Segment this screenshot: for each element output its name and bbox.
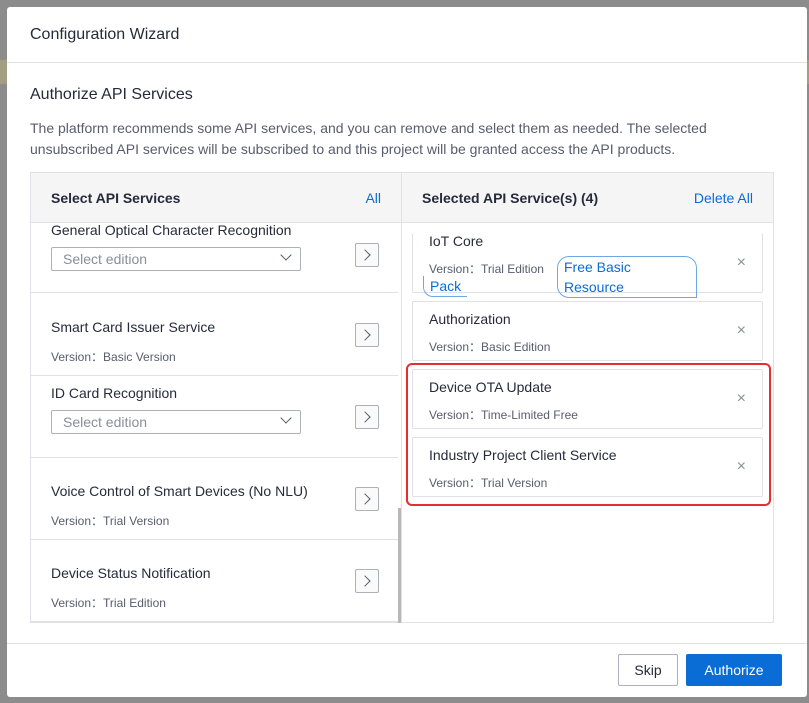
configuration-wizard-dialog: Configuration Wizard Authorize API Servi… xyxy=(7,7,807,697)
service-version: Version：Trial Edition xyxy=(51,596,166,610)
left-panel-header: Select API Services All xyxy=(31,173,401,223)
add-service-button[interactable] xyxy=(355,569,379,593)
section-description: The platform recommends some API service… xyxy=(30,120,707,157)
skip-button[interactable]: Skip xyxy=(618,654,678,686)
left-panel-title: Select API Services xyxy=(51,189,181,206)
highlight-annotation-box xyxy=(406,363,771,506)
add-service-button[interactable] xyxy=(355,487,379,511)
scrollbar-thumb[interactable] xyxy=(398,508,401,623)
add-service-button[interactable] xyxy=(355,323,379,347)
service-name: Smart Card Issuer Service xyxy=(51,319,216,335)
remove-service-close-icon[interactable]: × xyxy=(737,323,746,339)
dialog-footer: Skip Authorize xyxy=(7,643,807,697)
service-version: Version：Basic Version xyxy=(51,350,176,364)
select-all-link[interactable]: All xyxy=(365,190,381,206)
chevron-down-icon xyxy=(280,412,292,424)
edition-select[interactable]: Select edition xyxy=(51,410,301,434)
right-panel-header: Selected API Service(s) (4) Delete All xyxy=(402,173,773,223)
edition-select[interactable]: Select edition xyxy=(51,247,301,271)
service-name: ID Card Recognition xyxy=(51,385,178,401)
chevron-down-icon xyxy=(280,249,292,261)
section-title: Authorize API Services xyxy=(30,86,193,103)
free-resource-pack-tag-continued[interactable]: Pack xyxy=(423,276,468,297)
list-item: Voice Control of Smart Devices (No NLU) … xyxy=(31,458,398,540)
service-name: Device Status Notification xyxy=(51,565,211,581)
delete-all-link[interactable]: Delete All xyxy=(694,190,753,206)
list-item: ID Card Recognition Select edition xyxy=(31,376,398,458)
list-item: Smart Card Issuer Service Version：Basic … xyxy=(31,293,398,376)
free-resource-pack-tag[interactable]: Free Basic Resource xyxy=(557,256,697,298)
chevron-right-icon xyxy=(359,575,371,587)
authorize-button[interactable]: Authorize xyxy=(686,654,782,686)
service-version: Version：Trial Edition xyxy=(429,262,544,276)
dialog-title: Configuration Wizard xyxy=(30,25,180,43)
selected-service-card: Authorization Version：Basic Edition × xyxy=(412,301,763,361)
chevron-right-icon xyxy=(359,411,371,423)
selected-service-card: IoT Core Version：Trial Edition Free Basi… xyxy=(412,233,763,298)
add-service-button[interactable] xyxy=(355,243,379,267)
available-services-list[interactable]: General Optical Character Recognition Se… xyxy=(31,223,400,623)
service-name: General Optical Character Recognition xyxy=(51,223,292,238)
edition-select-placeholder: Select edition xyxy=(63,251,148,267)
list-item: Device Status Notification Version：Trial… xyxy=(31,540,398,622)
chevron-right-icon xyxy=(359,329,371,341)
list-item: General Optical Character Recognition Se… xyxy=(31,223,398,293)
service-name: IoT Core xyxy=(429,233,484,249)
chevron-right-icon xyxy=(359,249,371,261)
service-version: Version：Basic Edition xyxy=(429,340,551,354)
service-name: Voice Control of Smart Devices (No NLU) xyxy=(51,483,308,499)
service-name: Authorization xyxy=(429,311,511,327)
right-panel-title: Selected API Service(s) (4) xyxy=(422,189,599,206)
select-api-services-panel: Select API Services All General Optical … xyxy=(31,173,402,623)
chevron-right-icon xyxy=(359,493,371,505)
add-service-button[interactable] xyxy=(355,405,379,429)
dialog-header: Configuration Wizard xyxy=(7,7,807,63)
remove-service-close-icon[interactable]: × xyxy=(737,255,746,271)
service-version: Version：Trial Version xyxy=(51,514,170,528)
edition-select-placeholder: Select edition xyxy=(63,414,148,430)
